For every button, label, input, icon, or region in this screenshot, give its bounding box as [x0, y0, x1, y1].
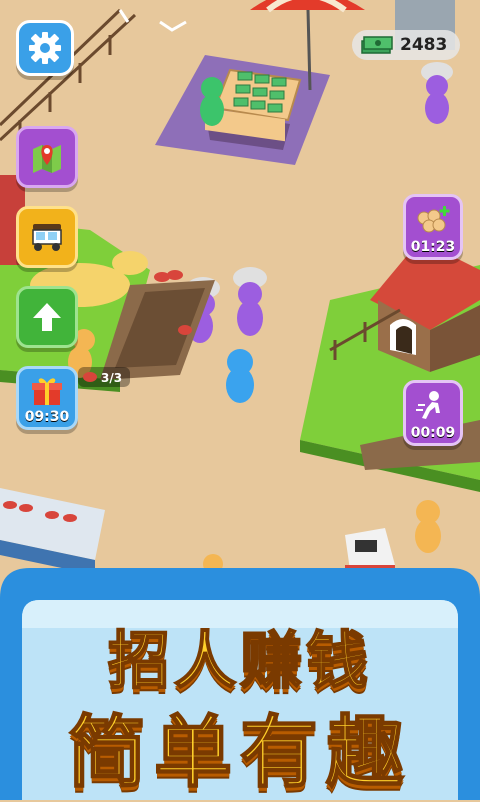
- money-display: 2483: [352, 30, 460, 60]
- gift-timer: 09:30: [24, 409, 70, 425]
- map-button[interactable]: [16, 126, 78, 188]
- gift-button[interactable]: 09:30: [16, 366, 78, 430]
- cash-stack-icon: [361, 36, 393, 54]
- gift-icon: [32, 378, 62, 405]
- gear-icon: [29, 32, 61, 64]
- speed-boost-timer: 00:09: [410, 425, 456, 441]
- money-amount: 2483: [400, 35, 448, 55]
- cashier-character: [200, 77, 224, 126]
- worker-character: [415, 500, 441, 553]
- speed-boost-button[interactable]: 00:09: [403, 380, 463, 446]
- tuk-tuk-icon: [32, 224, 62, 251]
- station-count: 3/3: [101, 371, 122, 385]
- banner-title-line2: 简单有趣: [67, 707, 412, 799]
- player-character: [226, 349, 254, 403]
- banner-title-line1: 招人赚钱: [107, 623, 372, 698]
- promo-banner: 招人赚钱 简单有趣: [0, 568, 480, 800]
- bread-plus-icon: [417, 206, 450, 233]
- up-arrow-icon: [33, 303, 61, 331]
- running-man-icon: [416, 391, 440, 419]
- map-pin-icon: [33, 145, 61, 173]
- vehicle-button[interactable]: [16, 206, 78, 268]
- bread-boost-timer: 01:23: [410, 239, 456, 255]
- steak-icon: [83, 372, 97, 382]
- settings-button[interactable]: [16, 20, 74, 76]
- bread-boost-button[interactable]: 01:23: [403, 194, 463, 260]
- upgrade-button[interactable]: [16, 286, 78, 348]
